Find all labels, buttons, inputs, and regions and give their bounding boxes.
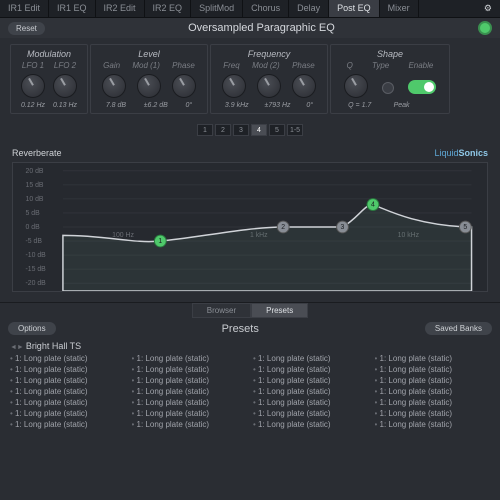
svg-text:-5 dB: -5 dB — [26, 238, 43, 245]
preset-item[interactable]: 1: Long plate (static) — [375, 364, 491, 375]
preset-item[interactable]: 1: Long plate (static) — [253, 375, 369, 386]
preset-item[interactable]: 1: Long plate (static) — [253, 353, 369, 364]
tab-chorus[interactable]: Chorus — [243, 0, 289, 17]
svg-text:10 dB: 10 dB — [26, 196, 44, 203]
svg-text:-15 dB: -15 dB — [26, 266, 47, 273]
tab-post-eq[interactable]: Post EQ — [329, 0, 380, 17]
browser-tab-presets[interactable]: Presets — [251, 303, 308, 318]
preset-item[interactable]: 1: Long plate (static) — [10, 408, 126, 419]
svg-text:1: 1 — [158, 238, 162, 245]
preset-item[interactable]: 1: Long plate (static) — [132, 375, 248, 386]
knob-mod2[interactable] — [257, 74, 281, 98]
preset-item[interactable]: 1: Long plate (static) — [10, 375, 126, 386]
preset-item[interactable]: 1: Long plate (static) — [253, 419, 369, 430]
svg-text:3: 3 — [341, 224, 345, 231]
preset-item[interactable]: 1: Long plate (static) — [253, 364, 369, 375]
tab-delay[interactable]: Delay — [289, 0, 329, 17]
band-1-5[interactable]: 1-5 — [287, 124, 303, 136]
preset-item[interactable]: 1: Long plate (static) — [375, 397, 491, 408]
gear-icon[interactable]: ⚙ — [476, 0, 500, 17]
browser-tab-browser[interactable]: Browser — [192, 303, 251, 318]
svg-text:20 dB: 20 dB — [26, 168, 44, 175]
band-5[interactable]: 5 — [269, 124, 285, 136]
svg-text:2: 2 — [281, 224, 285, 231]
preset-item[interactable]: 1: Long plate (static) — [10, 397, 126, 408]
group-shape: ShapeQTypeEnableQ = 1.7Peak — [330, 44, 450, 114]
group-level: LevelGainMod (1)Phase7.8 dB±6.2 dB0° — [90, 44, 208, 114]
knob-q[interactable] — [344, 74, 368, 98]
svg-text:4: 4 — [371, 202, 375, 209]
band-1[interactable]: 1 — [197, 124, 213, 136]
svg-text:-20 dB: -20 dB — [26, 280, 47, 287]
knob-phase[interactable] — [172, 74, 196, 98]
reset-button[interactable]: Reset — [8, 22, 45, 35]
saved-banks-button[interactable]: Saved Banks — [425, 322, 492, 335]
preset-item[interactable]: 1: Long plate (static) — [253, 386, 369, 397]
presets-title: Presets — [56, 323, 425, 335]
preset-item[interactable]: 1: Long plate (static) — [375, 353, 491, 364]
tab-ir1-eq[interactable]: IR1 EQ — [49, 0, 96, 17]
group-mod: ModulationLFO 1LFO 20.12 Hz0.13 Hz — [10, 44, 88, 114]
preset-item[interactable]: 1: Long plate (static) — [132, 353, 248, 364]
options-button[interactable]: Options — [8, 322, 56, 335]
enable-toggle[interactable] — [408, 80, 436, 94]
type-selector[interactable] — [382, 82, 394, 94]
current-preset[interactable]: Bright Hall TS — [0, 339, 500, 353]
preset-item[interactable]: 1: Long plate (static) — [132, 364, 248, 375]
preset-item[interactable]: 1: Long plate (static) — [132, 397, 248, 408]
eq-graph[interactable]: 20 dB 15 dB 10 dB 5 dB 0 dB -5 dB -10 dB -15 dB… — [12, 162, 488, 292]
tab-ir1-edit[interactable]: IR1 Edit — [0, 0, 49, 17]
preset-item[interactable]: 1: Long plate (static) — [375, 375, 491, 386]
preset-item[interactable]: 1: Long plate (static) — [253, 408, 369, 419]
preset-item[interactable]: 1: Long plate (static) — [10, 419, 126, 430]
knob-gain[interactable] — [102, 74, 126, 98]
preset-item[interactable]: 1: Long plate (static) — [132, 408, 248, 419]
graph-title: Reverberate — [12, 148, 62, 158]
preset-item[interactable]: 1: Long plate (static) — [375, 408, 491, 419]
preset-item[interactable]: 1: Long plate (static) — [375, 386, 491, 397]
band-4[interactable]: 4 — [251, 124, 267, 136]
knob-mod1[interactable] — [137, 74, 161, 98]
tab-ir2-eq[interactable]: IR2 EQ — [145, 0, 192, 17]
knob-lfo1[interactable] — [21, 74, 45, 98]
svg-text:0 dB: 0 dB — [26, 224, 41, 231]
page-title: Oversampled Paragraphic EQ — [45, 22, 478, 34]
knob-phase[interactable] — [292, 74, 316, 98]
preset-item[interactable]: 1: Long plate (static) — [10, 353, 126, 364]
power-button[interactable] — [478, 21, 492, 35]
band-3[interactable]: 3 — [233, 124, 249, 136]
preset-item[interactable]: 1: Long plate (static) — [253, 397, 369, 408]
svg-text:15 dB: 15 dB — [26, 182, 44, 189]
brand-logo: LiquidSonics — [434, 148, 488, 158]
preset-item[interactable]: 1: Long plate (static) — [10, 364, 126, 375]
svg-text:100 Hz: 100 Hz — [112, 232, 134, 239]
svg-text:-10 dB: -10 dB — [26, 252, 47, 259]
knob-lfo2[interactable] — [53, 74, 77, 98]
svg-text:5 dB: 5 dB — [26, 210, 41, 217]
band-2[interactable]: 2 — [215, 124, 231, 136]
tab-mixer[interactable]: Mixer — [380, 0, 419, 17]
tab-ir2-edit[interactable]: IR2 Edit — [96, 0, 145, 17]
preset-item[interactable]: 1: Long plate (static) — [10, 386, 126, 397]
knob-freq[interactable] — [222, 74, 246, 98]
tab-splitmod[interactable]: SplitMod — [191, 0, 243, 17]
preset-item[interactable]: 1: Long plate (static) — [132, 386, 248, 397]
preset-item[interactable]: 1: Long plate (static) — [375, 419, 491, 430]
preset-item[interactable]: 1: Long plate (static) — [132, 419, 248, 430]
svg-text:5: 5 — [463, 224, 467, 231]
group-freq: FrequencyFreqMod (2)Phase3.9 kHz±793 Hz0… — [210, 44, 328, 114]
